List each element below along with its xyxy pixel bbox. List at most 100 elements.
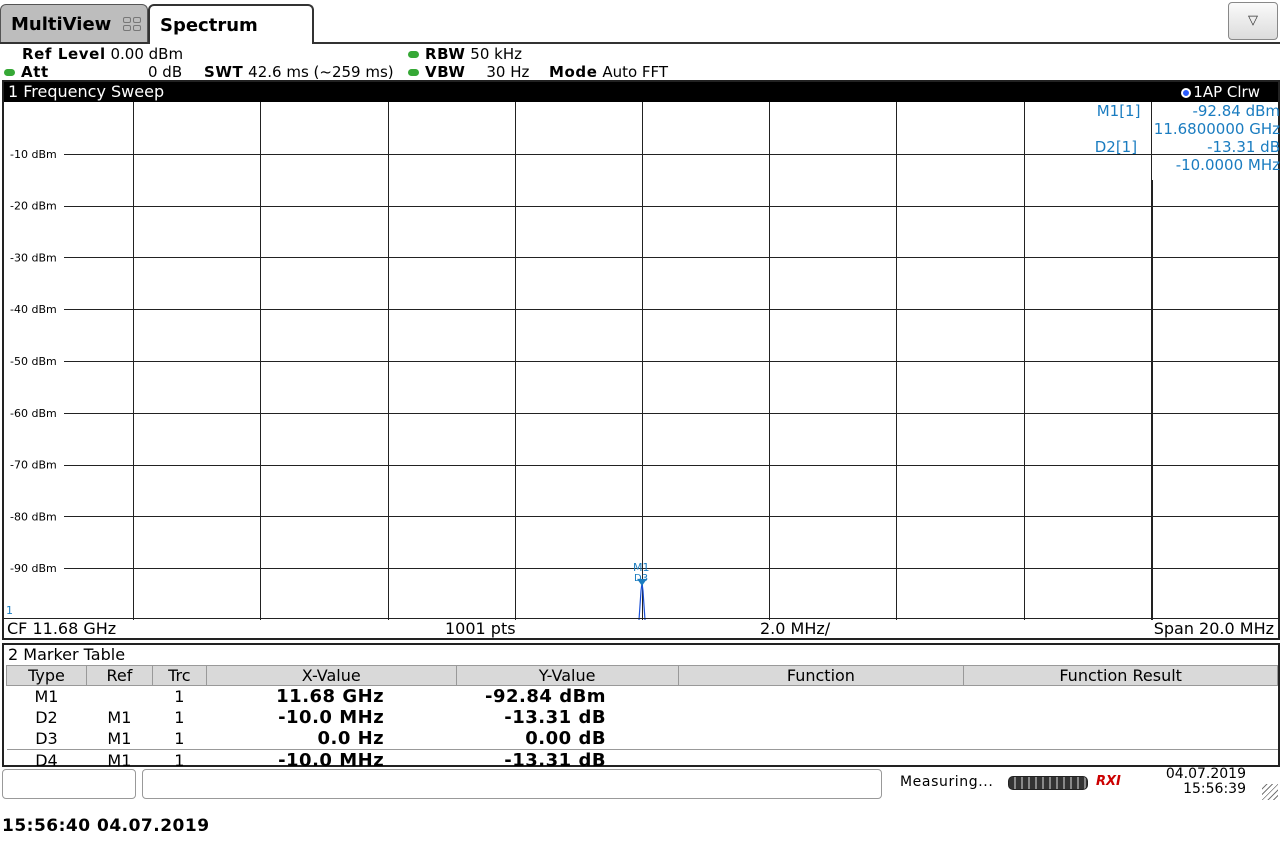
tab-bar-line bbox=[314, 42, 1280, 44]
tab-multiview[interactable]: MultiView bbox=[0, 4, 148, 44]
resize-grip-icon[interactable] bbox=[1262, 784, 1278, 800]
y-tick-label: -10 dBm bbox=[10, 148, 57, 161]
marker-table-col-4: Y-Value bbox=[455, 665, 679, 686]
mode-label: Mode bbox=[549, 63, 598, 81]
swt-param[interactable]: SWT 42.6 ms (~259 ms) bbox=[204, 63, 394, 81]
swt-value: 42.6 ms (~259 ms) bbox=[248, 63, 394, 81]
marker-y-value: -13.31 dB bbox=[456, 749, 679, 771]
marker-trace: 1 bbox=[174, 687, 185, 706]
rbw-status-icon bbox=[408, 51, 419, 58]
marker-x-value: -10.0 MHz bbox=[278, 707, 385, 728]
marker-table-col-1: Ref bbox=[85, 665, 153, 686]
y-tick-label: -70 dBm bbox=[10, 459, 57, 472]
vbw-param[interactable]: VBW 30 Hz bbox=[408, 63, 529, 81]
status-message-field[interactable] bbox=[142, 769, 882, 799]
status-field-left[interactable] bbox=[2, 769, 136, 799]
y-tick-label: -90 dBm bbox=[10, 562, 57, 575]
marker-function bbox=[678, 686, 964, 708]
marker-d2-level: -13.31 dB bbox=[1207, 138, 1280, 156]
marker-d2-label: D2[1] bbox=[1094, 138, 1138, 156]
table-row[interactable]: D4 M1 1 -10.0 MHz -13.31 dB bbox=[6, 749, 1278, 771]
marker-table[interactable]: Type Ref Trc X-Value Y-Value Function Function… bbox=[6, 665, 1278, 771]
rxi-logo-icon: RXI bbox=[1096, 774, 1121, 789]
frequency-span: Span 20.0 MHz bbox=[1153, 619, 1274, 638]
rbw-value: 50 kHz bbox=[470, 45, 522, 63]
marker-x-value: -10.0 MHz bbox=[206, 749, 457, 771]
marker-function bbox=[678, 728, 964, 750]
frequency-per-division: 2.0 MHz/ bbox=[760, 619, 831, 638]
att-status-icon bbox=[4, 69, 15, 76]
vbw-value: 30 Hz bbox=[486, 63, 530, 81]
marker-x-value: 0.0 Hz bbox=[317, 728, 385, 749]
sweep-footer: CF 11.68 GHz 1001 pts 2.0 MHz/ Span 20.0… bbox=[4, 618, 1278, 638]
ref-level-label: Ref Level bbox=[22, 45, 106, 63]
chevron-down-icon: ▽ bbox=[1248, 13, 1258, 28]
spectrum-plot-svg[interactable]: -10 dBm -20 dBm -30 dBm -40 dBm -50 dBm -60 d… bbox=[6, 102, 1278, 620]
y-tick-label: -80 dBm bbox=[10, 510, 57, 523]
table-row[interactable]: M1 1 11.68 GHz -92.84 dBm bbox=[7, 686, 1278, 708]
marker-ref: M1 bbox=[107, 708, 132, 727]
status-text: Measuring... bbox=[900, 774, 994, 790]
marker-type: D3 bbox=[35, 729, 58, 748]
marker-type: M1 bbox=[34, 687, 59, 706]
vbw-status-icon bbox=[408, 69, 419, 76]
marker-function-result bbox=[964, 686, 1278, 708]
marker-table-col-0: Type bbox=[6, 665, 87, 686]
center-frequency: CF 11.68 GHz bbox=[7, 619, 117, 638]
marker-x-value: 11.68 GHz bbox=[276, 686, 385, 707]
window-title-bar: 1 Frequency Sweep 1AP Clrw bbox=[4, 82, 1278, 102]
status-date: 04.07.2019 bbox=[1165, 766, 1246, 782]
window-title: 1 Frequency Sweep bbox=[8, 82, 165, 101]
marker-function bbox=[678, 707, 964, 728]
frequency-sweep-window[interactable]: 1 Frequency Sweep 1AP Clrw -10 dBm -20 dB… bbox=[2, 80, 1280, 640]
marker-trace: 1 bbox=[174, 729, 185, 748]
marker-d3-tag: D3 bbox=[634, 573, 648, 584]
marker-type: D2 bbox=[35, 708, 58, 727]
sweep-points: 1001 pts bbox=[445, 619, 516, 638]
trace-indicator-icon bbox=[1181, 88, 1192, 98]
ref-level-value: 0.00 dBm bbox=[110, 45, 184, 63]
rbw-label: RBW bbox=[425, 45, 466, 63]
marker-table-col-6: Function Result bbox=[963, 665, 1278, 686]
progress-bar bbox=[1008, 776, 1088, 790]
marker-table-window[interactable]: 2 Marker Table Type Ref Trc X-Value Y-Value F… bbox=[2, 643, 1280, 771]
marker-y-value: -13.31 dB bbox=[504, 707, 607, 728]
window-menu-dropdown-button[interactable]: ▽ bbox=[1228, 2, 1278, 40]
screenshot-timestamp: 15:56:40 04.07.2019 bbox=[2, 816, 210, 836]
tab-spectrum[interactable]: Spectrum bbox=[148, 4, 314, 44]
trace-badge-text: 1AP Clrw bbox=[1193, 83, 1260, 101]
marker-function bbox=[678, 749, 964, 771]
table-row[interactable]: D2 M1 1 -10.0 MHz -13.31 dB bbox=[7, 707, 1278, 728]
spectrum-plot[interactable]: -10 dBm -20 dBm -30 dBm -40 dBm -50 dBm -60 d… bbox=[6, 102, 1280, 620]
trace-badge: 1AP Clrw bbox=[1181, 82, 1260, 102]
table-row[interactable]: D3 M1 1 0.0 Hz 0.00 dB bbox=[7, 728, 1278, 750]
status-datetime: 04.07.2019 15:56:39 bbox=[1160, 767, 1246, 797]
y-tick-label: -50 dBm bbox=[10, 355, 57, 368]
trace-number-indicator: 1 bbox=[6, 604, 13, 617]
mode-value: Auto FFT bbox=[602, 63, 669, 81]
y-tick-label: -20 dBm bbox=[10, 200, 57, 213]
tab-spectrum-label: Spectrum bbox=[160, 15, 258, 36]
marker-ref bbox=[86, 686, 152, 708]
marker-function-result bbox=[964, 728, 1278, 750]
marker-type: D4 bbox=[6, 749, 87, 771]
swt-label: SWT bbox=[204, 63, 244, 81]
marker-m1-freq: 11.6800000 GHz bbox=[1153, 120, 1280, 138]
marker-table-header: Type Ref Trc X-Value Y-Value Function Function… bbox=[6, 665, 1278, 686]
marker-ref: M1 bbox=[107, 729, 132, 748]
y-tick-label: -30 dBm bbox=[10, 251, 57, 264]
rbw-param[interactable]: RBW 50 kHz bbox=[408, 45, 522, 63]
marker-y-value: -92.84 dBm bbox=[485, 686, 607, 707]
marker-trace: 1 bbox=[174, 708, 185, 727]
marker-m1-level: -92.84 dBm bbox=[1192, 102, 1280, 120]
vbw-label: VBW bbox=[425, 63, 466, 81]
marker-d2-freq: -10.0000 MHz bbox=[1175, 156, 1280, 174]
att-label: Att bbox=[21, 63, 49, 81]
ref-level-param[interactable]: Ref Level 0.00 dBm bbox=[22, 45, 183, 63]
marker-y-value: 0.00 dB bbox=[525, 728, 607, 749]
att-param[interactable]: Att bbox=[4, 63, 49, 81]
y-tick-label: -60 dBm bbox=[10, 407, 57, 420]
y-tick-label: -40 dBm bbox=[10, 303, 57, 316]
marker-trace: 1 bbox=[152, 749, 207, 771]
mode-param[interactable]: Mode Auto FFT bbox=[549, 63, 668, 81]
